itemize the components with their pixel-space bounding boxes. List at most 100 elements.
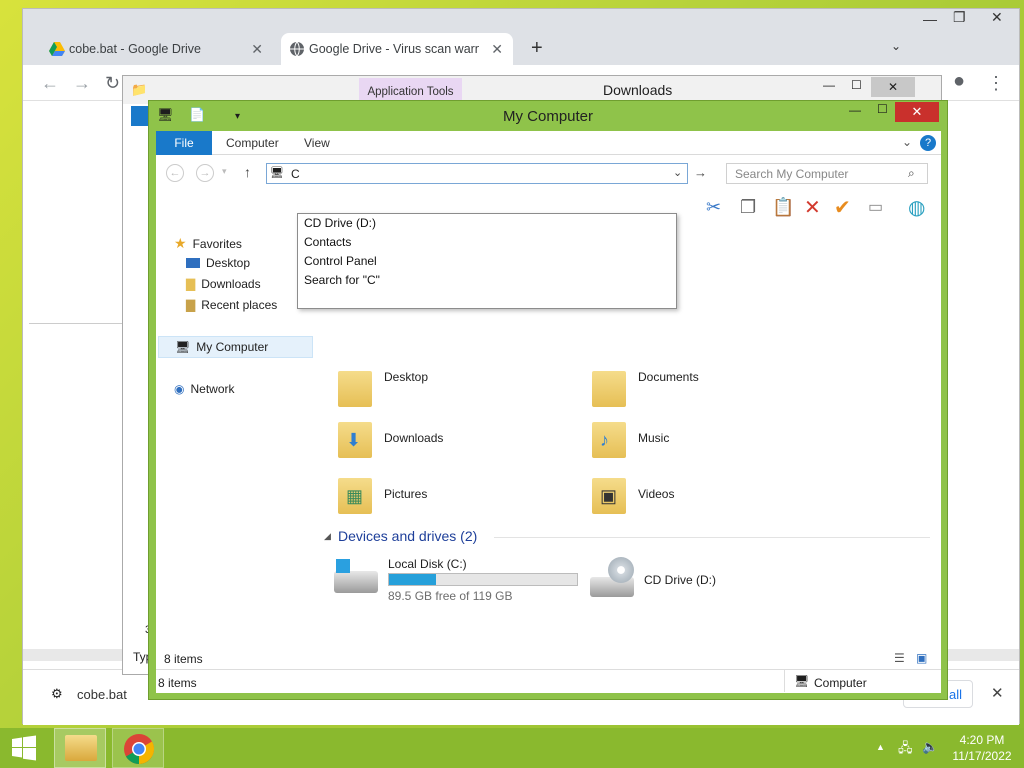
chevron-down-icon[interactable]: ⌄: [902, 135, 912, 149]
address-input[interactable]: C: [291, 167, 300, 181]
folder-label: Downloads: [384, 431, 444, 445]
divider: [494, 537, 930, 538]
downloads-folder-icon: ▇: [186, 277, 196, 291]
close-tab-icon[interactable]: ✕: [491, 41, 503, 58]
tab-file[interactable]: File: [156, 131, 212, 155]
collapse-icon[interactable]: ◢: [324, 531, 331, 542]
taskbar: ▲ 🖧 🔈 4:20 PM 11/17/2022: [0, 728, 1024, 768]
nav-favorites[interactable]: ★ Favorites: [174, 235, 242, 252]
folder-pictures[interactable]: ▦ Pictures: [336, 472, 427, 516]
show-hidden-icons[interactable]: ▲: [876, 742, 885, 752]
search-icon[interactable]: ⌕: [908, 166, 915, 181]
autocomplete-item[interactable]: Search for "C": [298, 271, 676, 290]
minimize-button[interactable]: —: [923, 11, 937, 27]
google-drive-icon: [49, 42, 65, 56]
globe-icon[interactable]: ◍: [908, 195, 925, 220]
close-shelf-icon[interactable]: ✕: [991, 684, 1004, 702]
chevron-down-icon[interactable]: ⌄: [891, 39, 901, 53]
nav-downloads[interactable]: ▇ Downloads: [186, 277, 261, 291]
large-icons-view-icon[interactable]: ▣: [916, 651, 927, 665]
new-tab-button[interactable]: +: [531, 37, 543, 60]
disk-usage-bar: [388, 573, 578, 586]
autocomplete-item[interactable]: CD Drive (D:): [298, 214, 676, 233]
maximize-button[interactable]: ☐: [851, 78, 862, 92]
tab-view[interactable]: View: [292, 131, 342, 155]
forward-icon[interactable]: →: [196, 164, 214, 182]
chrome-taskbar-button[interactable]: [112, 728, 164, 768]
drive-label: CD Drive (D:): [644, 573, 716, 587]
paste-icon[interactable]: 📋: [772, 197, 794, 218]
delete-icon[interactable]: ✕: [804, 195, 821, 220]
folder-documents[interactable]: Documents: [590, 365, 699, 409]
nav-my-computer[interactable]: 🖥 My Computer: [158, 336, 313, 358]
quick-access-icon[interactable]: 📁: [131, 82, 147, 98]
copy-icon[interactable]: ❐: [740, 197, 756, 218]
download-item[interactable]: cobe.bat: [77, 687, 127, 702]
tab-computer[interactable]: Computer: [214, 131, 291, 155]
disk-usage-fill: [389, 574, 436, 585]
close-button[interactable]: ✕: [871, 77, 915, 97]
address-bar[interactable]: 🖥 C ⌄: [266, 163, 688, 184]
folder-music[interactable]: ♪ Music: [590, 416, 669, 460]
folder-videos[interactable]: ▣ Videos: [590, 472, 674, 516]
chevron-down-icon[interactable]: ⌄: [673, 166, 682, 179]
videos-folder-icon: ▣: [590, 472, 630, 516]
up-icon[interactable]: ↑: [244, 164, 251, 180]
explorer-body: File Computer View ⌄ ? ← → ▾ ↑ 🖥 C ⌄ → S…: [156, 131, 941, 693]
devices-header[interactable]: Devices and drives (2): [338, 528, 477, 544]
ribbon-tabs: File Computer View ⌄ ?: [156, 131, 941, 155]
close-button[interactable]: ✕: [895, 102, 939, 122]
browser-tab-bar: cobe.bat - Google Drive ✕ Google Drive -…: [23, 9, 1019, 65]
globe-icon: [290, 41, 304, 57]
downloads-folder-icon: ⬇: [336, 416, 376, 460]
status-location: Computer: [814, 676, 867, 690]
autocomplete-item[interactable]: Control Panel: [298, 252, 676, 271]
tab-cobe-bat[interactable]: cobe.bat - Google Drive ✕: [41, 33, 273, 65]
back-icon[interactable]: ←: [166, 164, 184, 182]
computer-icon: 🖥: [270, 167, 284, 179]
maximize-button[interactable]: ☐: [877, 102, 888, 116]
rename-icon[interactable]: ▭: [868, 197, 883, 217]
maximize-button[interactable]: ❐: [953, 9, 966, 26]
close-tab-icon[interactable]: ✕: [251, 41, 263, 58]
nav-recent-places[interactable]: ▇ Recent places: [186, 298, 277, 312]
folder-desktop[interactable]: Desktop: [336, 365, 428, 409]
details-view-icon[interactable]: ☰: [894, 651, 905, 665]
start-button[interactable]: [0, 728, 48, 768]
clock-time[interactable]: 4:20 PM: [950, 733, 1014, 747]
search-input[interactable]: Search My Computer: [726, 163, 928, 184]
folder-label: Desktop: [384, 370, 429, 384]
folder-label: Videos: [638, 487, 675, 501]
nav-label: Downloads: [201, 277, 261, 291]
help-icon[interactable]: ?: [920, 135, 936, 151]
file-explorer-taskbar-button[interactable]: [54, 728, 106, 768]
nav-desktop[interactable]: Desktop: [186, 256, 250, 270]
my-computer-window: 🖥 📄 ▾ My Computer — ☐ ✕ File Computer Vi…: [148, 100, 948, 700]
volume-icon[interactable]: 🔈: [922, 739, 938, 755]
nav-network[interactable]: ◉ Network: [174, 382, 235, 396]
minimize-button[interactable]: —: [849, 103, 861, 117]
go-icon[interactable]: →: [694, 165, 707, 180]
desktop-icon: [186, 258, 200, 268]
close-window-button[interactable]: ✕: [991, 9, 1003, 26]
cd-drive-icon: [588, 557, 636, 599]
file-tab[interactable]: [131, 106, 149, 126]
autocomplete-item[interactable]: Contacts: [298, 233, 676, 252]
profile-icon[interactable]: ●: [953, 70, 965, 93]
network-icon: ◉: [174, 382, 185, 396]
folder-icon: [590, 365, 630, 409]
forward-icon[interactable]: →: [73, 73, 91, 94]
clock-date[interactable]: 11/17/2022: [950, 749, 1014, 763]
back-icon[interactable]: ←: [41, 73, 59, 94]
reload-icon[interactable]: ↻: [105, 73, 120, 94]
recent-locations-icon[interactable]: ▾: [222, 166, 227, 177]
minimize-button[interactable]: —: [823, 78, 835, 92]
cut-icon[interactable]: ✂: [706, 197, 721, 218]
disk-free-text: 89.5 GB free of 119 GB: [388, 589, 513, 603]
hard-drive-icon: [332, 557, 380, 597]
folder-downloads[interactable]: ⬇ Downloads: [336, 416, 443, 460]
menu-icon[interactable]: ⋮: [987, 73, 1005, 94]
checkmark-icon[interactable]: ✔: [834, 195, 851, 220]
network-icon[interactable]: 🖧: [898, 739, 913, 761]
tab-virus-scan[interactable]: Google Drive - Virus scan warnin ✕: [281, 33, 513, 65]
